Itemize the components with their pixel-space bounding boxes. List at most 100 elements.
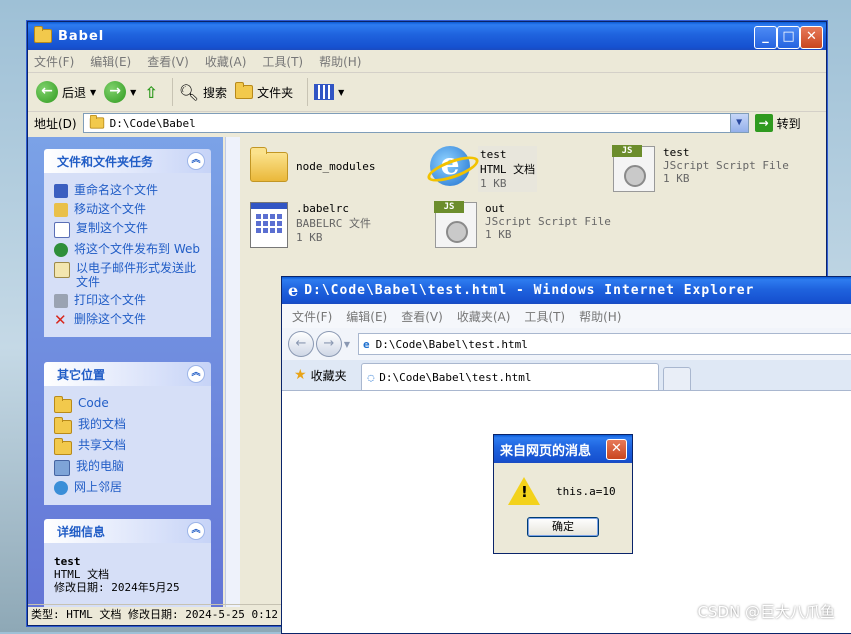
collapse-icon[interactable]: ︽ — [187, 365, 205, 383]
ie-menu-view[interactable]: 查看(V) — [401, 308, 443, 325]
views-button[interactable]: ▼ — [314, 84, 344, 100]
folder-icon — [54, 396, 72, 413]
page-icon: ◌ — [367, 370, 375, 384]
other-places-header[interactable]: 其它位置 ︽ — [44, 362, 211, 386]
go-button[interactable]: 转到 — [777, 115, 801, 132]
ie-menu-help[interactable]: 帮助(H) — [579, 308, 621, 325]
menu-edit[interactable]: 编辑(E) — [90, 53, 131, 70]
js-file-icon: JS — [434, 201, 477, 248]
task-copy[interactable]: 复制这个文件 — [54, 221, 205, 238]
up-folder-button[interactable]: ⇧ — [144, 83, 157, 102]
ie-title-bar[interactable]: e D:\Code\Babel\test.html - Windows Inte… — [282, 277, 851, 304]
search-icon: 🔍︎ — [178, 82, 200, 102]
task-print[interactable]: 打印这个文件 — [54, 293, 205, 308]
file-tasks-header[interactable]: 文件和文件夹任务 ︽ — [44, 149, 211, 173]
task-pane: 文件和文件夹任务 ︽ 重命名这个文件 移动这个文件 复制这个文件 将这个文件发布… — [28, 137, 223, 607]
address-value: D:\Code\Babel — [109, 116, 196, 130]
folders-label: 文件夹 — [257, 85, 294, 100]
close-button[interactable]: ✕ — [800, 26, 823, 49]
ie-address-value: D:\Code\Babel\test.html — [375, 337, 528, 351]
file-tasks-panel: 文件和文件夹任务 ︽ 重命名这个文件 移动这个文件 复制这个文件 将这个文件发布… — [44, 149, 211, 337]
forward-button[interactable]: → ▼ — [104, 81, 136, 103]
details-title: 详细信息 — [57, 524, 106, 539]
dialog-message: this.a=10 — [556, 484, 616, 498]
ie-title: D:\Code\Babel\test.html - Windows Intern… — [304, 283, 755, 298]
details-modified: 修改日期: 2024年5月25 — [54, 581, 180, 594]
ie-menu-favorites[interactable]: 收藏夹(A) — [457, 308, 511, 325]
forward-button[interactable]: → — [315, 331, 342, 357]
menu-view[interactable]: 查看(V) — [147, 53, 189, 70]
task-publish-web[interactable]: 将这个文件发布到 Web — [54, 242, 205, 257]
watermark: CSDN @巨大八爪鱼 — [697, 603, 835, 621]
ie-address-input[interactable]: e D:\Code\Babel\test.html — [357, 333, 851, 355]
ie-logo-icon: e — [288, 281, 299, 300]
menu-favorites[interactable]: 收藏(A) — [205, 53, 247, 70]
ie-menu-edit[interactable]: 编辑(E) — [346, 308, 387, 325]
details-header[interactable]: 详细信息 ︽ — [44, 519, 211, 543]
place-my-documents[interactable]: 我的文档 — [54, 417, 205, 434]
search-button[interactable]: 🔍︎ 搜索 — [179, 83, 227, 102]
explorer-title-bar[interactable]: Babel _ □ ✕ — [28, 22, 826, 50]
explorer-toolbar: ← 后退 ▼ → ▼ ⇧ 🔍︎ 搜索 文件夹 ▼ — [28, 73, 826, 112]
task-rename[interactable]: 重命名这个文件 — [54, 183, 205, 198]
forward-arrow-icon: → — [104, 81, 127, 103]
star-icon: ★ — [294, 367, 307, 383]
chevron-down-icon[interactable]: ▼ — [344, 340, 350, 349]
task-email[interactable]: 以电子邮件形式发送此文件 — [54, 261, 205, 289]
folder-icon — [89, 115, 104, 129]
file-item[interactable]: e test HTML 文档 1 KB — [430, 146, 538, 192]
address-input[interactable]: D:\Code\Babel ▼ — [82, 113, 749, 133]
minimize-button[interactable]: _ — [754, 26, 777, 49]
favorites-button[interactable]: ★ 收藏夹 — [288, 362, 353, 388]
dialog-title-bar[interactable]: 来自网页的消息 ✕ — [494, 435, 632, 463]
js-file-icon: JS — [612, 145, 655, 192]
computer-icon — [54, 460, 70, 476]
chevron-down-icon[interactable]: ▼ — [729, 114, 748, 132]
task-move[interactable]: 移动这个文件 — [54, 202, 205, 217]
dialog-title: 来自网页的消息 — [500, 443, 592, 459]
menu-help[interactable]: 帮助(H) — [319, 53, 361, 70]
other-places-title: 其它位置 — [57, 367, 106, 382]
back-button[interactable]: ← 后退 ▼ — [36, 81, 96, 103]
back-button[interactable]: ← — [288, 331, 314, 357]
collapse-icon[interactable]: ︽ — [187, 522, 205, 540]
new-tab-button[interactable] — [662, 367, 691, 390]
file-item[interactable]: node_modules — [250, 142, 375, 182]
ie-menu-file[interactable]: 文件(F) — [292, 308, 332, 325]
go-arrow-icon[interactable]: → — [754, 114, 773, 132]
file-item[interactable]: JS out JScript Script File 1 KB — [434, 201, 611, 248]
details-panel: 详细信息 ︽ test HTML 文档 修改日期: 2024年5月25 — [44, 519, 211, 607]
favorites-label: 收藏夹 — [310, 368, 347, 383]
maximize-button[interactable]: □ — [777, 26, 800, 49]
back-arrow-icon: ← — [36, 81, 58, 103]
file-tasks-title: 文件和文件夹任务 — [57, 154, 154, 169]
ie-tab[interactable]: ◌ D:\Code\Babel\test.html — [360, 363, 659, 390]
address-label: 地址(D) — [34, 116, 77, 131]
globe-icon — [54, 243, 68, 257]
other-places-panel: 其它位置 ︽ Code 我的文档 共享文档 我的电脑 网上邻居 — [44, 362, 211, 505]
task-pane-scrollbar[interactable] — [225, 137, 240, 607]
task-delete[interactable]: ✕ 删除这个文件 — [54, 312, 205, 328]
menu-tools[interactable]: 工具(T) — [262, 53, 303, 70]
place-network[interactable]: 网上邻居 — [54, 480, 205, 495]
place-code[interactable]: Code — [54, 396, 205, 413]
ie-tab-bar: ★ 收藏夹 ◌ D:\Code\Babel\test.html — [282, 360, 851, 391]
folders-button[interactable]: 文件夹 — [235, 82, 294, 101]
chevron-down-icon[interactable]: ▼ — [130, 88, 136, 97]
file-item[interactable]: JS test JScript Script File 1 KB — [612, 145, 789, 192]
up-folder-icon: ⇧ — [144, 82, 158, 102]
ie-menu-tools[interactable]: 工具(T) — [524, 308, 565, 325]
search-label: 搜索 — [203, 85, 228, 100]
menu-file[interactable]: 文件(F) — [34, 53, 74, 70]
ok-button[interactable]: 确定 — [527, 517, 599, 537]
config-file-icon — [250, 202, 288, 248]
place-my-computer[interactable]: 我的电脑 — [54, 459, 205, 476]
collapse-icon[interactable]: ︽ — [187, 152, 205, 170]
ie-navigation-bar: ← → ▼ e D:\Code\Babel\test.html — [282, 328, 851, 360]
file-item[interactable]: .babelrc BABELRC 文件 1 KB — [250, 202, 371, 248]
alert-dialog: 来自网页的消息 ✕ ! this.a=10 确定 — [493, 434, 633, 554]
chevron-down-icon[interactable]: ▼ — [90, 88, 96, 97]
close-button[interactable]: ✕ — [606, 439, 627, 460]
copy-icon — [54, 222, 70, 238]
place-shared-documents[interactable]: 共享文档 — [54, 438, 205, 455]
